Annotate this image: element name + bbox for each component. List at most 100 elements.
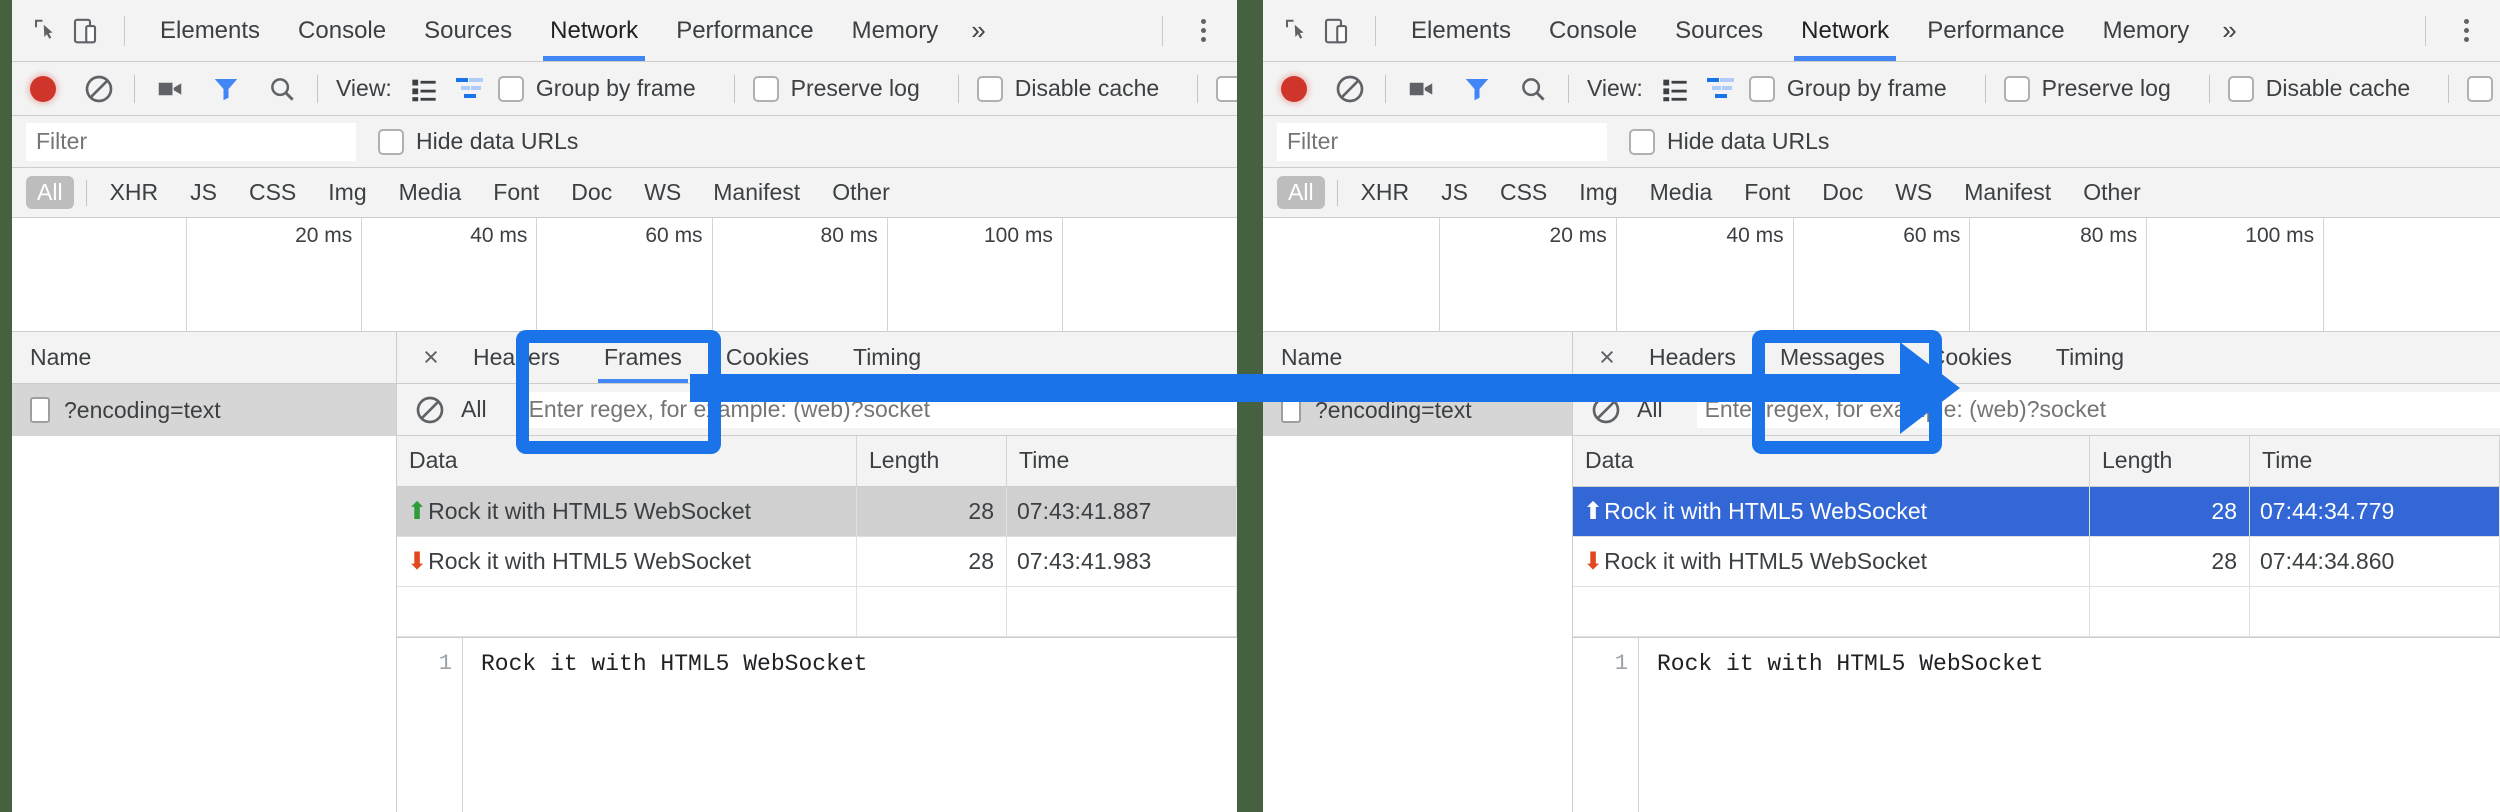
checkbox-hide-data-urls[interactable]: Hide data URLs (378, 128, 578, 155)
type-filter-manifest[interactable]: Manifest (702, 176, 811, 209)
tab-elements[interactable]: Elements (1392, 0, 1530, 61)
kebab-menu-icon[interactable] (1179, 7, 1227, 55)
checkbox-group-by-frame[interactable]: Group by frame (1749, 75, 1947, 102)
more-tabs-icon[interactable]: » (2208, 0, 2250, 61)
detail-tab-timing[interactable]: Timing (2034, 332, 2146, 383)
tab-network[interactable]: Network (531, 0, 657, 61)
type-filter-xhr[interactable]: XHR (99, 176, 170, 209)
clear-icon[interactable] (413, 393, 447, 427)
table-row[interactable]: ⬇Rock it with HTML5 WebSocket2807:44:34.… (1573, 536, 2500, 586)
checkbox-offline[interactable]: Offline (2467, 75, 2500, 102)
checkbox-offline[interactable]: Offline (1216, 75, 1237, 102)
column-header-time[interactable]: Time (1007, 436, 1237, 486)
table-row[interactable]: ⬆Rock it with HTML5 WebSocket2807:44:34.… (1573, 486, 2500, 536)
type-filter-media[interactable]: Media (388, 176, 473, 209)
checkbox-disable-cache[interactable]: Disable cache (2228, 75, 2410, 102)
type-filter-other[interactable]: Other (821, 176, 901, 209)
checkbox-box[interactable] (977, 76, 1003, 102)
tab-console[interactable]: Console (279, 0, 405, 61)
column-header-data[interactable]: Data (1573, 436, 2090, 486)
checkbox-box[interactable] (378, 129, 404, 155)
type-filter-xhr[interactable]: XHR (1350, 176, 1421, 209)
camera-icon[interactable] (153, 72, 187, 106)
type-filter-ws[interactable]: WS (1884, 176, 1943, 209)
message-filter-all[interactable]: All (1637, 396, 1663, 423)
checkbox-box[interactable] (1216, 76, 1237, 102)
camera-icon[interactable] (1404, 72, 1438, 106)
column-header-data[interactable]: Data (397, 436, 857, 486)
checkbox-box[interactable] (2228, 76, 2254, 102)
inspect-icon[interactable] (1279, 14, 1313, 48)
tab-performance[interactable]: Performance (657, 0, 832, 61)
detail-tab-timing[interactable]: Timing (831, 332, 943, 383)
clear-icon[interactable] (82, 72, 116, 106)
tab-sources[interactable]: Sources (1656, 0, 1782, 61)
type-filter-img[interactable]: Img (1568, 176, 1628, 209)
type-filter-img[interactable]: Img (317, 176, 377, 209)
close-icon[interactable]: × (411, 342, 451, 373)
type-filter-doc[interactable]: Doc (1811, 176, 1874, 209)
list-view-icon[interactable] (406, 74, 442, 104)
column-header-time[interactable]: Time (2250, 436, 2500, 486)
checkbox-box[interactable] (753, 76, 779, 102)
search-icon[interactable] (265, 72, 299, 106)
record-button[interactable] (30, 76, 56, 102)
detail-tab-cookies[interactable]: Cookies (704, 332, 831, 383)
type-filter-other[interactable]: Other (2072, 176, 2152, 209)
detail-tab-headers[interactable]: Headers (1627, 332, 1758, 383)
list-view-icon[interactable] (1657, 74, 1693, 104)
checkbox-box[interactable] (1629, 129, 1655, 155)
request-row[interactable]: ?encoding=text (1263, 384, 1572, 436)
type-filter-ws[interactable]: WS (633, 176, 692, 209)
close-icon[interactable]: × (1587, 342, 1627, 373)
message-filter-all[interactable]: All (461, 396, 487, 423)
waterfall-view-icon[interactable] (1703, 74, 1739, 104)
detail-tab-cookies[interactable]: Cookies (1907, 332, 2034, 383)
column-header-length[interactable]: Length (857, 436, 1007, 486)
checkbox-group-by-frame[interactable]: Group by frame (498, 75, 696, 102)
tab-console[interactable]: Console (1530, 0, 1656, 61)
tab-elements[interactable]: Elements (141, 0, 279, 61)
type-filter-js[interactable]: JS (1430, 176, 1479, 209)
checkbox-box[interactable] (2467, 76, 2493, 102)
checkbox-preserve-log[interactable]: Preserve log (2004, 75, 2171, 102)
checkbox-box[interactable] (498, 76, 524, 102)
type-filter-js[interactable]: JS (179, 176, 228, 209)
type-filter-all[interactable]: All (26, 176, 74, 209)
more-tabs-icon[interactable]: » (957, 0, 999, 61)
detail-tab-messages[interactable]: Messages (1758, 332, 1907, 383)
column-header-length[interactable]: Length (2090, 436, 2250, 486)
checkbox-disable-cache[interactable]: Disable cache (977, 75, 1159, 102)
message-regex-input[interactable] (521, 392, 1237, 428)
device-toolbar-icon[interactable] (1319, 14, 1353, 48)
clear-icon[interactable] (1589, 393, 1623, 427)
filter-input[interactable] (26, 123, 356, 161)
checkbox-box[interactable] (1749, 76, 1775, 102)
checkbox-hide-data-urls[interactable]: Hide data URLs (1629, 128, 1829, 155)
tab-memory[interactable]: Memory (833, 0, 958, 61)
record-button[interactable] (1281, 76, 1307, 102)
type-filter-manifest[interactable]: Manifest (1953, 176, 2062, 209)
type-filter-font[interactable]: Font (482, 176, 550, 209)
message-regex-input[interactable] (1697, 392, 2500, 428)
kebab-menu-icon[interactable] (2442, 7, 2490, 55)
request-row[interactable]: ?encoding=text (12, 384, 396, 436)
tab-performance[interactable]: Performance (1908, 0, 2083, 61)
clear-icon[interactable] (1333, 72, 1367, 106)
funnel-icon[interactable] (209, 72, 243, 106)
tab-network[interactable]: Network (1782, 0, 1908, 61)
type-filter-media[interactable]: Media (1639, 176, 1724, 209)
detail-tab-frames[interactable]: Frames (582, 332, 704, 383)
funnel-icon[interactable] (1460, 72, 1494, 106)
type-filter-all[interactable]: All (1277, 176, 1325, 209)
type-filter-doc[interactable]: Doc (560, 176, 623, 209)
checkbox-preserve-log[interactable]: Preserve log (753, 75, 920, 102)
type-filter-css[interactable]: CSS (238, 176, 307, 209)
filter-input[interactable] (1277, 123, 1607, 161)
search-icon[interactable] (1516, 72, 1550, 106)
checkbox-box[interactable] (2004, 76, 2030, 102)
device-toolbar-icon[interactable] (68, 14, 102, 48)
type-filter-css[interactable]: CSS (1489, 176, 1558, 209)
table-row[interactable]: ⬆Rock it with HTML5 WebSocket2807:43:41.… (397, 486, 1237, 536)
type-filter-font[interactable]: Font (1733, 176, 1801, 209)
